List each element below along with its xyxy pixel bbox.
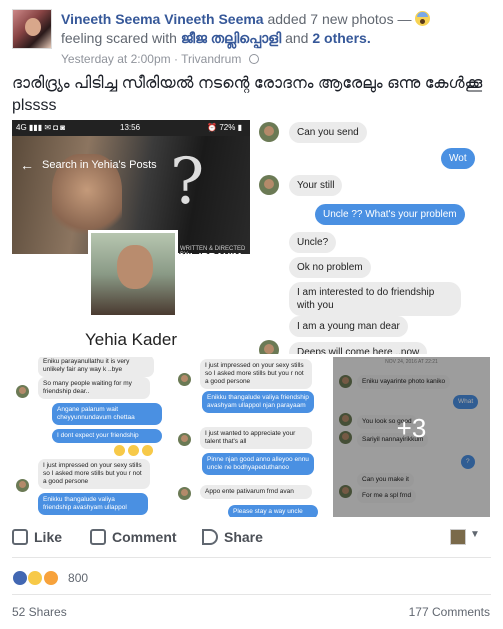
post-text: ദാരിദ്ര്യം പിടിച്ച സീരിയൽ നടന്റെ രോദനം ആ… — [12, 75, 483, 114]
sender-avatar — [178, 373, 191, 386]
sender-avatar — [259, 122, 279, 142]
emoji-icon — [114, 445, 125, 456]
photo-grid: 4G ▮▮▮ ✉ ◘ ◙ 13:56 ⏰ 72% ▮ ? ← Search in… — [12, 120, 490, 517]
chat-bubble: Wot — [441, 148, 475, 169]
tagged-person-link[interactable]: ജീജ തല്ലിപ്പൊളി — [181, 30, 281, 46]
like-label: Like — [34, 529, 63, 545]
profile-picture — [88, 230, 178, 318]
post-timestamp[interactable]: Yesterday at 2:00pm — [61, 52, 171, 66]
chat-bubble: Eniku parayanullathu it is very unlikely… — [38, 357, 154, 377]
like-button[interactable]: Like — [12, 524, 62, 550]
divider — [12, 557, 491, 558]
post-actions: Like Comment Share ▼ — [12, 524, 494, 550]
comment-icon — [90, 529, 106, 545]
chat-bubble: I am interested to do friendship with yo… — [289, 282, 461, 316]
others-link[interactable]: 2 others. — [312, 30, 370, 46]
haha-reaction-icon — [27, 570, 44, 586]
globe-icon — [248, 54, 259, 64]
divider — [12, 594, 491, 595]
chat-screenshot: Can you send Wot Your still Uncle ?? Wha… — [253, 120, 490, 354]
post-action: added 7 new photos — — [267, 11, 412, 27]
sad-reaction-icon — [42, 570, 59, 586]
chevron-down-icon[interactable]: ▼ — [470, 529, 480, 540]
chat-bubble: Uncle ?? What's your problem — [315, 204, 465, 225]
chat-bubble: I dont expect your friendship — [52, 429, 162, 443]
post-meta: Vineeth Seema Vineeth Seema added 7 new … — [61, 10, 496, 48]
profile-search-bar: ← Search in Yehia's Posts — [20, 156, 245, 174]
chat-bubble: I just impressed on your sexy stills so … — [38, 459, 150, 489]
feeling-prefix: feeling scared with — [61, 30, 177, 46]
share-label: Share — [224, 529, 263, 545]
scared-emoji-icon — [415, 11, 431, 26]
share-icon — [202, 529, 218, 545]
sender-avatar — [259, 340, 279, 354]
sender-avatar — [16, 385, 29, 398]
and-text: and — [285, 30, 309, 46]
comment-button[interactable]: Comment — [90, 524, 177, 550]
chat-bubble: I just wanted to appreciate your talent … — [200, 427, 312, 449]
status-right: ⏰ 72% ▮ — [207, 123, 242, 132]
chat-bubble: Appo ente pativarum frnd avan — [200, 485, 312, 499]
chat-bubble: Uncle? — [289, 232, 337, 253]
chat-bubble: Your still — [289, 175, 343, 196]
comment-label: Comment — [112, 529, 177, 545]
shares-count[interactable]: 52 Shares — [12, 605, 67, 619]
reaction-count: 800 — [68, 571, 89, 585]
author-name[interactable]: Vineeth Seema Vineeth Seema — [61, 11, 264, 27]
chat-bubble: Can you send — [289, 122, 367, 143]
chat-bubble: Enikku thangalude valiya friendship avas… — [38, 493, 148, 515]
chat-bubble: So many people waiting for my friendship… — [38, 377, 150, 399]
photo-4[interactable]: I just impressed on your sexy stills so … — [172, 357, 330, 517]
status-time: 13:56 — [120, 123, 141, 132]
sender-avatar — [178, 433, 191, 446]
chat-bubble: Enikku thangalude valiya friendship avas… — [202, 391, 314, 413]
emoji-icon — [142, 445, 153, 456]
chat-bubble: Deeps will come here ..now — [289, 342, 428, 354]
sender-avatar — [178, 487, 191, 500]
post-header: Vineeth Seema Vineeth Seema added 7 new … — [12, 9, 496, 69]
photo-1[interactable]: 4G ▮▮▮ ✉ ◘ ◙ 13:56 ⏰ 72% ▮ ? ← Search in… — [12, 120, 250, 354]
share-button[interactable]: Share — [202, 524, 263, 550]
status-left: 4G ▮▮▮ ✉ ◘ ◙ — [16, 123, 66, 132]
chat-bubble: Ok no problem — [289, 257, 371, 278]
viewer-avatar[interactable] — [450, 529, 466, 545]
profile-name: Yehia Kader — [84, 330, 177, 349]
chat-bubble: Please stay a way uncle — [228, 505, 318, 517]
chat-bubble: I just impressed on your sexy stills so … — [200, 359, 312, 389]
chat-bubble: Angane palarum wait cheyyunnundavum chet… — [52, 403, 162, 425]
search-text: Search in Yehia's Posts — [42, 159, 157, 171]
post-subline: Yesterday at 2:00pm · Trivandrum — [61, 52, 259, 66]
sender-avatar — [259, 175, 279, 195]
author-avatar[interactable] — [12, 9, 52, 49]
chat-bubble: I am a young man dear — [289, 316, 408, 337]
more-photos-count[interactable]: +3 — [333, 413, 490, 444]
chat-bubble: Pinne njan good anno alleyoo ennu uncle … — [202, 453, 314, 475]
photo-2[interactable]: Can you send Wot Your still Uncle ?? Wha… — [253, 120, 490, 354]
photo-5[interactable]: NOV 24, 2016 AT 22:21 Eniku vayarinte ph… — [333, 357, 490, 517]
reactions-summary[interactable]: 800 — [12, 570, 88, 586]
thumbs-up-icon — [12, 529, 28, 545]
photo-3[interactable]: Eniku parayanullathu it is very unlikely… — [12, 357, 169, 517]
post-location[interactable]: Trivandrum — [181, 52, 241, 66]
emoji-icon — [128, 445, 139, 456]
like-reaction-icon — [12, 570, 28, 586]
sender-avatar — [16, 479, 29, 492]
comments-count[interactable]: 177 Comments — [409, 605, 490, 619]
phone-status-bar: 4G ▮▮▮ ✉ ◘ ◙ 13:56 ⏰ 72% ▮ — [12, 120, 250, 136]
back-arrow-icon: ← — [20, 157, 34, 173]
